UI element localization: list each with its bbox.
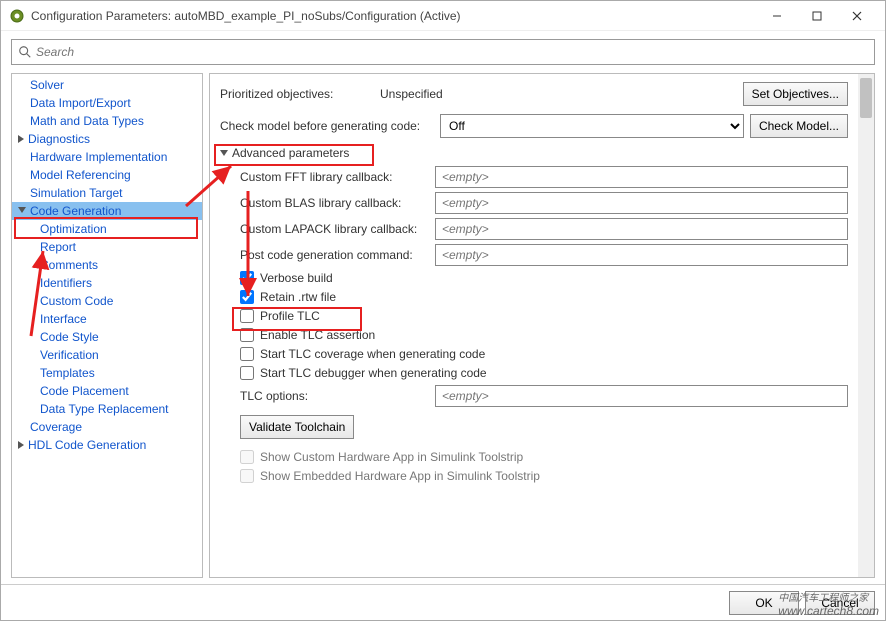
verbose-build-row: Verbose build bbox=[240, 271, 848, 285]
blas-label: Custom BLAS library callback: bbox=[240, 196, 435, 210]
tlc-debugger-checkbox[interactable] bbox=[240, 366, 254, 380]
enable-tlc-checkbox[interactable] bbox=[240, 328, 254, 342]
show-embed-hw-checkbox bbox=[240, 469, 254, 483]
check-model-button[interactable]: Check Model... bbox=[750, 114, 848, 138]
sidebar-item-code-generation[interactable]: Code Generation bbox=[12, 202, 202, 220]
lapack-row: Custom LAPACK library callback: bbox=[240, 218, 848, 240]
verbose-build-checkbox[interactable] bbox=[240, 271, 254, 285]
content-panel: Prioritized objectives: Unspecified Set … bbox=[209, 73, 875, 578]
cancel-button[interactable]: Cancel bbox=[805, 591, 875, 615]
scroll-thumb[interactable] bbox=[860, 78, 872, 118]
titlebar: Configuration Parameters: autoMBD_exampl… bbox=[1, 1, 885, 31]
sidebar-item-report[interactable]: Report bbox=[12, 238, 202, 256]
sidebar-item-interface[interactable]: Interface bbox=[12, 310, 202, 328]
tlc-debugger-label: Start TLC debugger when generating code bbox=[260, 366, 487, 380]
sidebar-item-verification[interactable]: Verification bbox=[12, 346, 202, 364]
show-custom-hw-row: Show Custom Hardware App in Simulink Too… bbox=[240, 450, 848, 464]
sidebar-item-sim-target[interactable]: Simulation Target bbox=[12, 184, 202, 202]
window: Configuration Parameters: autoMBD_exampl… bbox=[0, 0, 886, 621]
sidebar-item-coverage[interactable]: Coverage bbox=[12, 418, 202, 436]
ok-button[interactable]: OK bbox=[729, 591, 799, 615]
footer: OK Cancel bbox=[1, 584, 885, 620]
sidebar-item-identifiers[interactable]: Identifiers bbox=[12, 274, 202, 292]
prioritized-objectives-row: Prioritized objectives: Unspecified Set … bbox=[220, 82, 848, 106]
sidebar-item-data-type-replace[interactable]: Data Type Replacement bbox=[12, 400, 202, 418]
lapack-input[interactable] bbox=[435, 218, 848, 240]
search-icon bbox=[18, 45, 32, 59]
tlc-options-label: TLC options: bbox=[240, 389, 435, 403]
tlc-options-row: TLC options: bbox=[240, 385, 848, 407]
tlc-options-input[interactable] bbox=[435, 385, 848, 407]
show-custom-hw-checkbox bbox=[240, 450, 254, 464]
check-model-row: Check model before generating code: Off … bbox=[220, 114, 848, 138]
search-bar[interactable] bbox=[11, 39, 875, 65]
sidebar-item-comments[interactable]: Comments bbox=[12, 256, 202, 274]
objectives-value: Unspecified bbox=[380, 87, 737, 101]
sidebar-item-data-import[interactable]: Data Import/Export bbox=[12, 94, 202, 112]
sidebar-item-templates[interactable]: Templates bbox=[12, 364, 202, 382]
postcode-row: Post code generation command: bbox=[240, 244, 848, 266]
sidebar-item-optimization[interactable]: Optimization bbox=[12, 220, 202, 238]
blas-input[interactable] bbox=[435, 192, 848, 214]
fft-label: Custom FFT library callback: bbox=[240, 170, 435, 184]
tlc-coverage-label: Start TLC coverage when generating code bbox=[260, 347, 485, 361]
check-model-select[interactable]: Off bbox=[440, 114, 744, 138]
app-icon bbox=[9, 8, 25, 24]
profile-tlc-checkbox[interactable] bbox=[240, 309, 254, 323]
check-label: Check model before generating code: bbox=[220, 119, 440, 133]
sidebar-item-code-placement[interactable]: Code Placement bbox=[12, 382, 202, 400]
minimize-button[interactable] bbox=[757, 2, 797, 30]
blas-row: Custom BLAS library callback: bbox=[240, 192, 848, 214]
postcode-label: Post code generation command: bbox=[240, 248, 435, 262]
close-button[interactable] bbox=[837, 2, 877, 30]
retain-rtw-checkbox[interactable] bbox=[240, 290, 254, 304]
sidebar-item-model-ref[interactable]: Model Referencing bbox=[12, 166, 202, 184]
advanced-parameters-label: Advanced parameters bbox=[232, 146, 349, 160]
tlc-coverage-checkbox[interactable] bbox=[240, 347, 254, 361]
tlc-debugger-row: Start TLC debugger when generating code bbox=[240, 366, 848, 380]
window-title: Configuration Parameters: autoMBD_exampl… bbox=[31, 9, 757, 23]
profile-tlc-label: Profile TLC bbox=[260, 309, 320, 323]
verbose-build-label: Verbose build bbox=[260, 271, 333, 285]
sidebar[interactable]: Solver Data Import/Export Math and Data … bbox=[11, 73, 203, 578]
maximize-button[interactable] bbox=[797, 2, 837, 30]
advanced-parameters-header[interactable]: Advanced parameters bbox=[220, 146, 848, 160]
show-embed-hw-row: Show Embedded Hardware App in Simulink T… bbox=[240, 469, 848, 483]
enable-tlc-label: Enable TLC assertion bbox=[260, 328, 375, 342]
show-embed-hw-label: Show Embedded Hardware App in Simulink T… bbox=[260, 469, 540, 483]
validate-toolchain-button[interactable]: Validate Toolchain bbox=[240, 415, 354, 439]
fft-row: Custom FFT library callback: bbox=[240, 166, 848, 188]
postcode-input[interactable] bbox=[435, 244, 848, 266]
profile-tlc-row: Profile TLC bbox=[240, 309, 848, 323]
retain-rtw-label: Retain .rtw file bbox=[260, 290, 336, 304]
sidebar-item-hdl[interactable]: HDL Code Generation bbox=[12, 436, 202, 454]
set-objectives-button[interactable]: Set Objectives... bbox=[743, 82, 848, 106]
enable-tlc-row: Enable TLC assertion bbox=[240, 328, 848, 342]
retain-rtw-row: Retain .rtw file bbox=[240, 290, 848, 304]
sidebar-item-math[interactable]: Math and Data Types bbox=[12, 112, 202, 130]
sidebar-item-code-style[interactable]: Code Style bbox=[12, 328, 202, 346]
search-input[interactable] bbox=[36, 45, 868, 59]
content-scroll[interactable]: Prioritized objectives: Unspecified Set … bbox=[210, 74, 858, 577]
sidebar-item-solver[interactable]: Solver bbox=[12, 76, 202, 94]
body: Solver Data Import/Export Math and Data … bbox=[1, 73, 885, 584]
show-custom-hw-label: Show Custom Hardware App in Simulink Too… bbox=[260, 450, 523, 464]
tlc-coverage-row: Start TLC coverage when generating code bbox=[240, 347, 848, 361]
sidebar-item-diagnostics[interactable]: Diagnostics bbox=[12, 130, 202, 148]
fft-input[interactable] bbox=[435, 166, 848, 188]
sidebar-item-hardware[interactable]: Hardware Implementation bbox=[12, 148, 202, 166]
sidebar-item-custom-code[interactable]: Custom Code bbox=[12, 292, 202, 310]
lapack-label: Custom LAPACK library callback: bbox=[240, 222, 435, 236]
objectives-label: Prioritized objectives: bbox=[220, 87, 380, 101]
content-scrollbar[interactable] bbox=[858, 74, 874, 577]
